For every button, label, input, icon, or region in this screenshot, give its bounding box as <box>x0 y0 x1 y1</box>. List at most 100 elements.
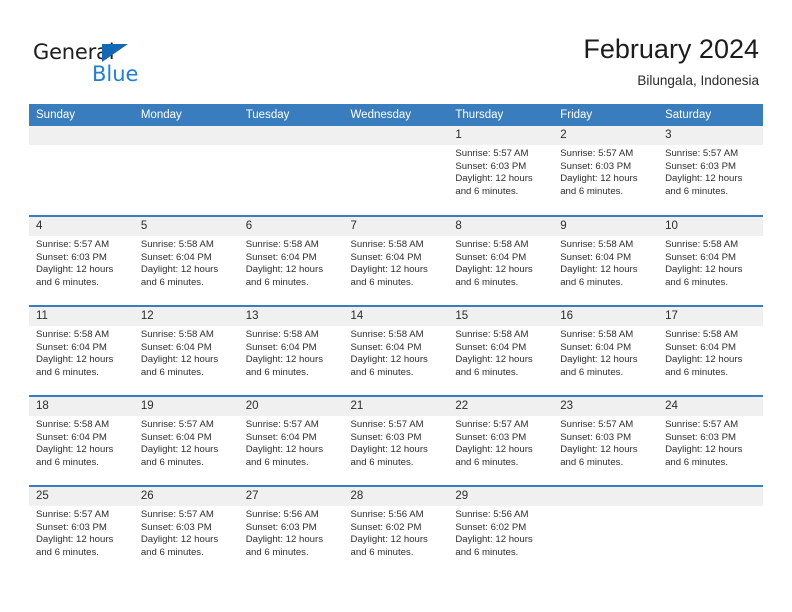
calendar-day-cell[interactable]: 25 Sunrise: 5:57 AM Sunset: 6:03 PM Dayligh… <box>29 485 134 576</box>
day-sun-info: Sunrise: 5:56 AM Sunset: 6:02 PM Daylight:… <box>344 506 449 559</box>
day-sun-info: Sunrise: 5:57 AM Sunset: 6:03 PM Daylight:… <box>553 145 658 198</box>
day-sun-info: Sunrise: 5:58 AM Sunset: 6:04 PM Daylight:… <box>658 236 763 289</box>
day-info-daylight-1: Daylight: 12 hours <box>245 444 324 456</box>
calendar-day-cell[interactable]: 16 Sunrise: 5:58 AM Sunset: 6:04 PM Dayligh… <box>553 305 659 396</box>
calendar-day-cell[interactable]: 20 Sunrise: 5:57 AM Sunset: 6:04 PM Dayligh… <box>238 395 344 486</box>
day-info-daylight-2: and 6 minutes. <box>245 366 309 378</box>
calendar-day-cell[interactable]: 10 Sunrise: 5:58 AM Sunset: 6:04 PM Dayligh… <box>658 215 763 306</box>
general-blue-logo[interactable]: General Blue <box>33 40 163 88</box>
logo-text-blue: Blue <box>92 62 139 86</box>
calendar-day-cell[interactable]: 14 Sunrise: 5:58 AM Sunset: 6:04 PM Dayligh… <box>343 305 449 396</box>
calendar-empty-cell <box>29 126 134 216</box>
day-info-sunrise: Sunrise: 5:56 AM <box>350 509 424 520</box>
day-number-placeholder <box>133 126 239 145</box>
day-info-daylight-2: and 6 minutes. <box>665 366 728 378</box>
day-info-daylight-1: Daylight: 12 hours <box>245 534 324 546</box>
day-info-daylight-2: and 6 minutes. <box>455 546 519 558</box>
day-info-daylight-1: Daylight: 12 hours <box>140 354 219 366</box>
day-number: 4 <box>29 217 134 236</box>
day-info-sunrise: Sunrise: 5:57 AM <box>665 419 739 430</box>
calendar-day-cell[interactable]: 1 Sunrise: 5:57 AM Sunset: 6:03 PM Daylight… <box>448 126 554 216</box>
day-info-sunrise: Sunrise: 5:58 AM <box>36 419 110 430</box>
day-number: 22 <box>448 397 554 416</box>
day-info-sunrise: Sunrise: 5:57 AM <box>140 509 214 520</box>
weekday-header-tuesday: Tuesday <box>238 104 344 126</box>
calendar-day-cell[interactable]: 13 Sunrise: 5:58 AM Sunset: 6:04 PM Dayligh… <box>238 305 344 396</box>
day-info-sunrise: Sunrise: 5:57 AM <box>36 509 110 520</box>
day-info-daylight-1: Daylight: 12 hours <box>36 354 114 366</box>
calendar-day-cell[interactable]: 8 Sunrise: 5:58 AM Sunset: 6:04 PM Daylight… <box>448 215 554 306</box>
day-number: 1 <box>448 126 554 145</box>
calendar-day-cell[interactable]: 2 Sunrise: 5:57 AM Sunset: 6:03 PM Daylight… <box>553 126 659 216</box>
calendar-day-cell[interactable]: 15 Sunrise: 5:58 AM Sunset: 6:04 PM Dayligh… <box>448 305 554 396</box>
calendar-day-cell[interactable]: 11 Sunrise: 5:58 AM Sunset: 6:04 PM Dayligh… <box>29 305 134 396</box>
page-title: February 2024 <box>583 34 759 64</box>
calendar-day-cell[interactable]: 3 Sunrise: 5:57 AM Sunset: 6:03 PM Daylight… <box>658 126 763 216</box>
day-info-sunset: Sunset: 6:03 PM <box>665 160 736 172</box>
day-info-sunrise: Sunrise: 5:58 AM <box>665 239 739 250</box>
day-info-daylight-2: and 6 minutes. <box>36 546 99 558</box>
calendar-day-cell[interactable]: 28 Sunrise: 5:56 AM Sunset: 6:02 PM Dayligh… <box>343 485 449 576</box>
day-info-sunset: Sunset: 6:04 PM <box>140 251 212 263</box>
weekday-header-monday: Monday <box>133 104 239 126</box>
day-info-sunrise: Sunrise: 5:58 AM <box>455 329 529 340</box>
day-info-daylight-1: Daylight: 12 hours <box>140 444 219 456</box>
calendar-day-cell[interactable]: 5 Sunrise: 5:58 AM Sunset: 6:04 PM Daylight… <box>133 215 239 306</box>
day-info-sunset: Sunset: 6:03 PM <box>455 160 527 172</box>
day-sun-info: Sunrise: 5:56 AM Sunset: 6:02 PM Daylight:… <box>448 506 553 559</box>
day-sun-info: Sunrise: 5:58 AM Sunset: 6:04 PM Daylight:… <box>344 326 449 379</box>
weekday-header-sunday: Sunday <box>29 104 134 126</box>
calendar-day-cell[interactable]: 18 Sunrise: 5:58 AM Sunset: 6:04 PM Dayligh… <box>29 395 134 486</box>
day-info-sunrise: Sunrise: 5:58 AM <box>350 239 424 250</box>
calendar-day-cell[interactable]: 27 Sunrise: 5:56 AM Sunset: 6:03 PM Dayligh… <box>238 485 344 576</box>
day-info-daylight-2: and 6 minutes. <box>245 456 309 468</box>
day-info-daylight-2: and 6 minutes. <box>36 366 99 378</box>
calendar-day-cell[interactable]: 21 Sunrise: 5:57 AM Sunset: 6:03 PM Dayligh… <box>343 395 449 486</box>
day-number: 17 <box>658 307 763 326</box>
day-info-sunset: Sunset: 6:04 PM <box>350 251 422 263</box>
calendar-empty-cell <box>553 485 659 576</box>
day-number: 25 <box>29 487 134 506</box>
calendar-day-cell[interactable]: 24 Sunrise: 5:57 AM Sunset: 6:03 PM Dayligh… <box>658 395 763 486</box>
day-number: 23 <box>553 397 659 416</box>
calendar-day-cell[interactable]: 7 Sunrise: 5:58 AM Sunset: 6:04 PM Daylight… <box>343 215 449 306</box>
calendar-empty-cell <box>238 126 344 216</box>
day-info-sunrise: Sunrise: 5:58 AM <box>560 329 634 340</box>
day-info-daylight-2: and 6 minutes. <box>665 185 728 197</box>
day-info-sunset: Sunset: 6:04 PM <box>560 341 632 353</box>
day-info-sunset: Sunset: 6:03 PM <box>350 431 422 443</box>
calendar-day-cell[interactable]: 6 Sunrise: 5:58 AM Sunset: 6:04 PM Daylight… <box>238 215 344 306</box>
calendar-day-cell[interactable]: 22 Sunrise: 5:57 AM Sunset: 6:03 PM Dayligh… <box>448 395 554 486</box>
day-info-daylight-1: Daylight: 12 hours <box>455 173 533 185</box>
day-info-sunset: Sunset: 6:04 PM <box>665 251 736 263</box>
day-sun-info: Sunrise: 5:58 AM Sunset: 6:04 PM Daylight:… <box>344 236 449 289</box>
day-info-sunset: Sunset: 6:03 PM <box>36 251 107 263</box>
calendar-day-cell[interactable]: 4 Sunrise: 5:57 AM Sunset: 6:03 PM Daylight… <box>29 215 134 306</box>
day-info-sunset: Sunset: 6:03 PM <box>560 160 632 172</box>
calendar-day-cell[interactable]: 26 Sunrise: 5:57 AM Sunset: 6:03 PM Dayligh… <box>133 485 239 576</box>
day-info-sunset: Sunset: 6:04 PM <box>245 341 317 353</box>
calendar-day-cell[interactable]: 19 Sunrise: 5:57 AM Sunset: 6:04 PM Dayligh… <box>133 395 239 486</box>
day-number-placeholder <box>553 487 659 506</box>
title-block: February 2024 Bilungala, Indonesia <box>583 33 759 91</box>
day-info-daylight-2: and 6 minutes. <box>350 546 414 558</box>
calendar-empty-cell <box>658 485 763 576</box>
day-info-daylight-1: Daylight: 12 hours <box>560 173 638 185</box>
day-number: 27 <box>238 487 344 506</box>
day-info-sunset: Sunset: 6:04 PM <box>140 431 212 443</box>
calendar-day-cell[interactable]: 9 Sunrise: 5:58 AM Sunset: 6:04 PM Daylight… <box>553 215 659 306</box>
day-number: 12 <box>133 307 239 326</box>
calendar-day-cell[interactable]: 29 Sunrise: 5:56 AM Sunset: 6:02 PM Dayligh… <box>448 485 554 576</box>
day-sun-info: Sunrise: 5:58 AM Sunset: 6:04 PM Daylight:… <box>658 326 763 379</box>
calendar-week-row: 11 Sunrise: 5:58 AM Sunset: 6:04 PM Dayligh… <box>29 305 763 396</box>
calendar-day-cell[interactable]: 17 Sunrise: 5:58 AM Sunset: 6:04 PM Dayligh… <box>658 305 763 396</box>
day-info-daylight-1: Daylight: 12 hours <box>560 264 638 276</box>
weekday-header-thursday: Thursday <box>448 104 554 126</box>
day-info-daylight-2: and 6 minutes. <box>140 456 204 468</box>
calendar-day-cell[interactable]: 12 Sunrise: 5:58 AM Sunset: 6:04 PM Dayligh… <box>133 305 239 396</box>
day-sun-info: Sunrise: 5:57 AM Sunset: 6:04 PM Daylight:… <box>134 416 239 469</box>
day-info-sunrise: Sunrise: 5:58 AM <box>140 239 214 250</box>
day-info-sunset: Sunset: 6:03 PM <box>36 521 107 533</box>
calendar-day-cell[interactable]: 23 Sunrise: 5:57 AM Sunset: 6:03 PM Dayligh… <box>553 395 659 486</box>
day-info-daylight-2: and 6 minutes. <box>245 546 309 558</box>
